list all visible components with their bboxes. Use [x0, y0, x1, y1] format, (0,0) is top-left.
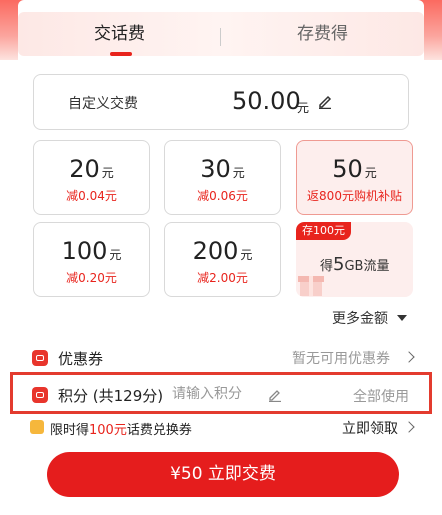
option-amount: 20 元: [69, 155, 114, 183]
points-label: 积分 (共129分): [58, 387, 164, 405]
option-amount: 100 元: [61, 237, 122, 265]
voucher-icon: [30, 420, 44, 434]
points-input[interactable]: [172, 383, 262, 405]
deposit-promo-card[interactable]: 存100元 得5GB流量: [296, 222, 413, 297]
custom-amount-field[interactable]: 自定义交费 50.00 元: [33, 74, 409, 130]
amount-option-100[interactable]: 100 元 减0.20元: [33, 222, 150, 297]
exchange-voucher-label: 限时得100元话费兑换券: [50, 423, 192, 438]
gift-icon: [298, 276, 324, 296]
option-discount: 返800元购机补贴: [307, 189, 402, 203]
promo-text: 得5GB流量: [320, 254, 390, 275]
use-all-points-button[interactable]: 全部使用: [353, 386, 409, 406]
amount-option-30[interactable]: 30 元 减0.06元: [164, 140, 281, 215]
more-amounts-link[interactable]: 更多金额: [332, 308, 388, 328]
option-discount: 减0.04元: [66, 189, 117, 203]
tab-bar: 交话费 存费得: [18, 12, 424, 56]
amount-option-200[interactable]: 200 元 减2.00元: [164, 222, 281, 297]
custom-amount-value: 50.00: [232, 87, 301, 115]
option-amount: 200 元: [192, 237, 253, 265]
tab-recharge[interactable]: 交话费: [18, 12, 221, 56]
claim-now-link[interactable]: 立即领取: [342, 418, 398, 438]
amount-option-50[interactable]: 50 元 返800元购机补贴: [296, 140, 413, 215]
coupon-icon: [32, 350, 48, 366]
coupon-label: 优惠券: [58, 350, 104, 368]
coupon-status[interactable]: 暂无可用优惠券: [292, 348, 390, 368]
option-discount: 减2.00元: [197, 271, 248, 285]
promo-tag: 存100元: [296, 222, 351, 240]
pay-now-button[interactable]: ¥50 立即交费: [47, 452, 399, 497]
pencil-icon[interactable]: [268, 388, 282, 402]
pencil-icon[interactable]: [317, 93, 333, 109]
points-icon: [32, 387, 48, 403]
active-tab-indicator: [110, 52, 132, 56]
amount-option-20[interactable]: 20 元 减0.04元: [33, 140, 150, 215]
caret-down-icon[interactable]: [397, 315, 407, 321]
custom-amount-unit: 元: [297, 101, 310, 115]
option-discount: 减0.20元: [66, 271, 117, 285]
custom-amount-label: 自定义交费: [68, 96, 138, 112]
option-discount: 减0.06元: [197, 189, 248, 203]
tab-deposit-reward[interactable]: 存费得: [221, 12, 424, 56]
option-amount: 50 元: [332, 155, 377, 183]
option-amount: 30 元: [200, 155, 245, 183]
